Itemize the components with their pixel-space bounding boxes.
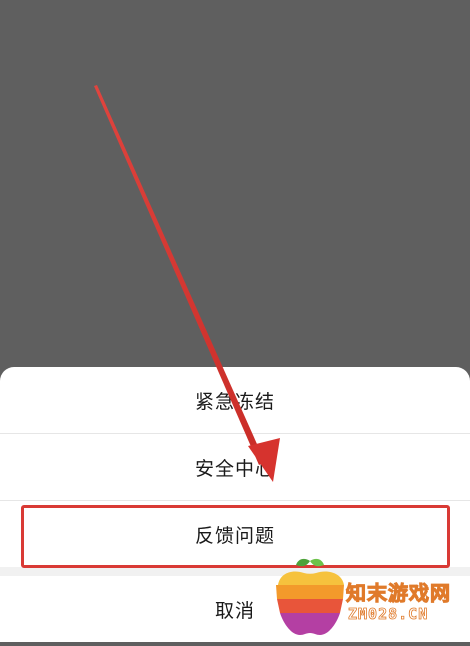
- menu-item-security-center[interactable]: 安全中心: [0, 434, 470, 500]
- menu-item-label: 安全中心: [194, 457, 275, 480]
- watermark-site-domain: ZM028.CN: [348, 605, 429, 624]
- watermark-logo: 知末游戏网 ZM028.CN: [270, 555, 470, 642]
- apple-logo-icon: [276, 558, 344, 635]
- menu-item-emergency-freeze[interactable]: 紧急冻结: [0, 367, 470, 433]
- cancel-label: 取消: [214, 599, 255, 622]
- watermark-site-name: 知末游戏网: [346, 581, 451, 606]
- menu-item-label: 反馈问题: [194, 524, 275, 547]
- menu-item-label: 紧急冻结: [194, 390, 275, 413]
